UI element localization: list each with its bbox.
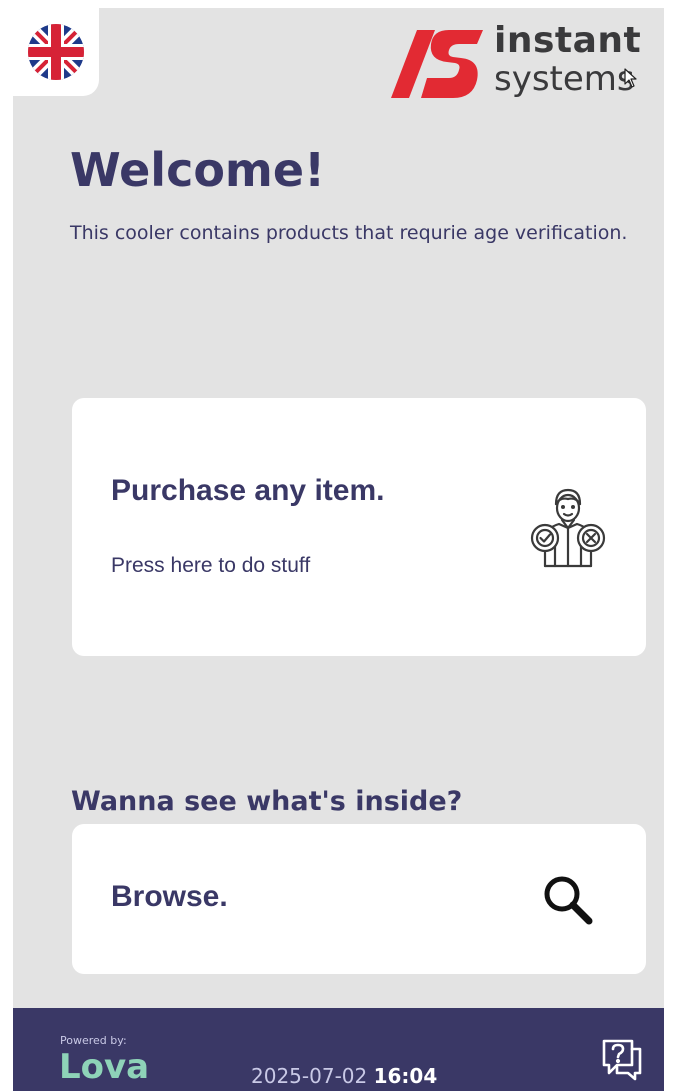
logo-text-systems: systems: [494, 59, 635, 99]
purchase-card-title: Purchase any item.: [111, 474, 385, 507]
footer-time: 16:04: [373, 1064, 438, 1088]
browse-label: Browse.: [111, 880, 228, 913]
search-icon: [544, 876, 593, 925]
purchase-card-button[interactable]: Purchase any item. Press here to do stuf…: [72, 398, 646, 656]
uk-flag-icon: [28, 24, 84, 80]
footer-bar: Powered by: Lova 2025-07-02 16:04: [13, 1008, 664, 1091]
powered-by-label: Powered by:: [60, 1034, 127, 1047]
help-chat-icon[interactable]: [599, 1037, 645, 1081]
welcome-title: Welcome!: [70, 143, 326, 197]
mouse-pointer-icon: [624, 68, 637, 88]
browse-heading: Wanna see what's inside?: [71, 786, 463, 817]
language-selector-button[interactable]: [13, 8, 99, 96]
instant-systems-logo-mark: [391, 30, 483, 98]
instant-systems-logo: instant systems: [389, 20, 659, 100]
browse-card-button[interactable]: Browse.: [72, 824, 646, 974]
logo-text-instant: instant: [494, 20, 642, 61]
purchase-card-subtitle: Press here to do stuff: [111, 554, 311, 577]
footer-datetime: 2025-07-02 16:04: [251, 1064, 437, 1088]
kiosk-screen: instant systems Welcome! This cooler con…: [13, 8, 664, 1091]
welcome-subtitle: This cooler contains products that requr…: [70, 222, 628, 244]
lova-brand: Lova: [59, 1047, 150, 1087]
age-verification-icon: [530, 488, 606, 568]
footer-date: 2025-07-02: [251, 1064, 368, 1088]
